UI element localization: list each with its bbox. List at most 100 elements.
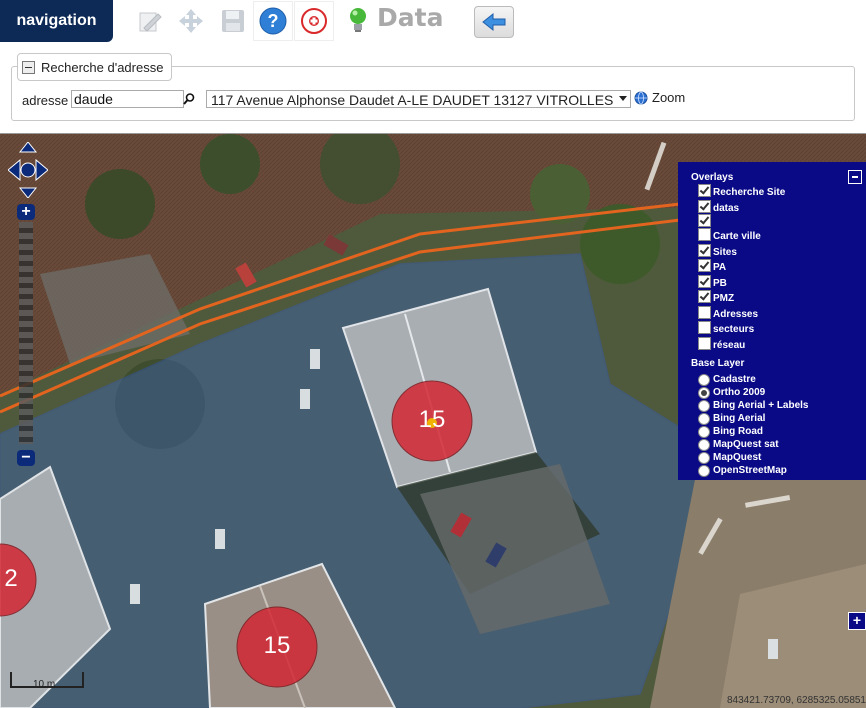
back-arrow-icon <box>482 12 506 32</box>
base-layer-item[interactable]: Bing Aerial <box>698 412 765 425</box>
base-layer-label: MapQuest sat <box>713 439 779 450</box>
move-icon[interactable] <box>172 2 210 40</box>
checkbox[interactable] <box>698 306 711 319</box>
base-layer-item[interactable]: OpenStreetMap <box>698 464 787 477</box>
base-layer-label: Bing Aerial <box>713 413 766 424</box>
zoom-in-button[interactable]: + <box>17 204 35 220</box>
overlay-label: Recherche Site <box>713 187 786 198</box>
collapse-icon[interactable] <box>22 60 35 74</box>
base-layer-item[interactable]: MapQuest sat <box>698 438 779 451</box>
address-search-panel: Recherche d'adresse adresse 117 Avenue A… <box>0 43 866 132</box>
overlay-item[interactable] <box>698 214 713 228</box>
address-label: adresse <box>22 93 69 108</box>
pan-left-icon[interactable] <box>8 158 21 182</box>
layer-switcher: Overlays Recherche Site datas Carte vill… <box>678 162 866 480</box>
overlay-label: Sites <box>713 247 737 258</box>
zoom-button[interactable]: Zoom <box>634 90 685 105</box>
base-layer-item[interactable]: MapQuest <box>698 451 761 464</box>
base-layer-label: Bing Road <box>713 426 763 437</box>
pan-right-icon[interactable] <box>35 158 48 182</box>
zoom-out-button[interactable]: − <box>17 450 35 466</box>
overlay-item[interactable]: PMZ <box>698 290 734 304</box>
radio[interactable] <box>698 438 710 451</box>
checkbox[interactable] <box>698 259 711 272</box>
radio[interactable] <box>698 373 710 386</box>
selected-address: 117 Avenue Alphonse Daudet A-LE DAUDET 1… <box>211 92 614 108</box>
add-icon[interactable] <box>295 2 333 40</box>
base-layer-label: Bing Aerial + Labels <box>713 400 809 411</box>
overlay-item[interactable]: PA <box>698 259 726 273</box>
cluster-count: 15 <box>418 406 446 433</box>
checkbox[interactable] <box>698 337 711 350</box>
checkbox[interactable] <box>698 244 711 257</box>
base-layer-item[interactable]: Ortho 2009 <box>698 386 765 399</box>
overlay-label: PB <box>713 278 727 289</box>
base-layer-item[interactable]: Bing Road <box>698 425 763 438</box>
chevron-down-icon <box>619 96 627 101</box>
address-input[interactable] <box>71 90 184 108</box>
overlay-item[interactable]: secteurs <box>698 321 754 335</box>
checkbox[interactable] <box>698 184 711 197</box>
mouse-coordinates: 843421.73709, 6285325.05851 <box>726 695 866 706</box>
checkbox[interactable] <box>698 214 711 227</box>
save-icon[interactable] <box>214 2 252 40</box>
overlay-label: PMZ <box>713 293 735 304</box>
overlay-item[interactable]: PB <box>698 275 727 289</box>
base-layer-label: OpenStreetMap <box>713 465 787 476</box>
cluster-count: 2 <box>4 565 18 592</box>
edit-icon[interactable] <box>130 2 168 40</box>
checkbox[interactable] <box>698 275 711 288</box>
overlay-label: Adresses <box>713 309 759 320</box>
pan-down-icon[interactable] <box>18 187 38 198</box>
globe-icon <box>634 91 648 104</box>
zoom-bar[interactable]: + − <box>17 204 37 466</box>
map-viewport[interactable]: 15 15 2 + − Overlays Recherche Site data… <box>0 133 866 708</box>
address-search-legend[interactable]: Recherche d'adresse <box>17 53 173 81</box>
navigation-tab[interactable]: navigation <box>0 0 113 42</box>
overlay-item[interactable]: Adresses <box>698 306 758 320</box>
overlay-label: secteurs <box>713 324 755 335</box>
cluster-count: 15 <box>263 632 291 659</box>
overlays-title: Overlays <box>691 172 734 183</box>
checkbox[interactable] <box>698 290 711 303</box>
base-layer-item[interactable]: Cadastre <box>698 373 756 386</box>
overlay-label: datas <box>713 203 740 214</box>
zoom-label: Zoom <box>652 90 686 105</box>
overlay-item[interactable]: datas <box>698 200 739 214</box>
help-icon[interactable]: ? <box>254 2 292 40</box>
overlay-label: Carte ville <box>713 231 761 242</box>
checkbox[interactable] <box>698 200 711 213</box>
checkbox[interactable] <box>698 228 711 241</box>
address-result-select[interactable]: 117 Avenue Alphonse Daudet A-LE DAUDET 1… <box>206 90 631 108</box>
base-layer-label: Ortho 2009 <box>713 387 766 398</box>
radio[interactable] <box>698 386 710 399</box>
overlay-label: réseau <box>713 340 746 351</box>
pan-up-icon[interactable] <box>18 142 38 153</box>
radio[interactable] <box>698 399 710 412</box>
base-layer-label: Cadastre <box>713 374 756 385</box>
radio[interactable] <box>698 425 710 438</box>
overlay-item[interactable]: Sites <box>698 244 737 258</box>
expand-panel-button[interactable]: + <box>848 612 866 630</box>
search-icon[interactable] <box>182 92 196 106</box>
radio[interactable] <box>698 451 710 464</box>
overlay-item[interactable]: réseau <box>698 337 745 351</box>
checkbox[interactable] <box>698 321 711 334</box>
svg-text:?: ? <box>268 11 279 31</box>
lightbulb-icon[interactable] <box>340 2 376 40</box>
base-layer-title: Base Layer <box>691 358 745 369</box>
zoom-slider-track[interactable] <box>19 222 33 444</box>
data-label[interactable]: Data <box>377 3 443 32</box>
back-button[interactable] <box>474 6 514 38</box>
base-layer-item[interactable]: Bing Aerial + Labels <box>698 399 809 412</box>
base-layer-label: MapQuest <box>713 452 762 463</box>
scale-label: 10 m <box>33 679 56 690</box>
overlay-item[interactable]: Recherche Site <box>698 184 785 198</box>
pan-control[interactable] <box>8 142 48 198</box>
overlay-label: PA <box>713 262 727 273</box>
radio[interactable] <box>698 412 710 425</box>
radio[interactable] <box>698 464 710 477</box>
toolbar: navigation ? Data <box>0 0 866 44</box>
overlay-item[interactable]: Carte ville <box>698 228 761 242</box>
minimize-layer-switcher-button[interactable] <box>848 170 862 184</box>
